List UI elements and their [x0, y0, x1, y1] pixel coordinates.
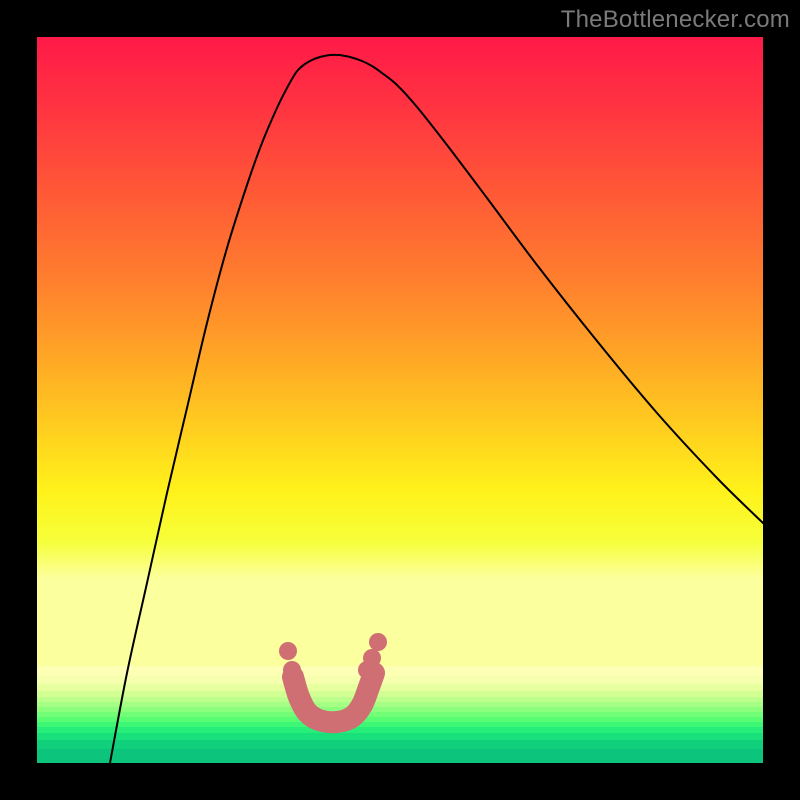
- marker-dot: [279, 642, 297, 660]
- thick-pink-curve: [293, 673, 374, 722]
- chart-svg: [37, 37, 763, 763]
- plot-area: [37, 37, 763, 763]
- watermark-text: TheBottlenecker.com: [561, 6, 790, 34]
- marker-dot: [283, 661, 301, 679]
- marker-dot: [363, 649, 381, 667]
- curve-left-curve: [110, 55, 340, 763]
- marker-dot: [369, 633, 387, 651]
- curve-right-curve: [340, 55, 763, 523]
- chart-frame: TheBottlenecker.com: [0, 0, 800, 800]
